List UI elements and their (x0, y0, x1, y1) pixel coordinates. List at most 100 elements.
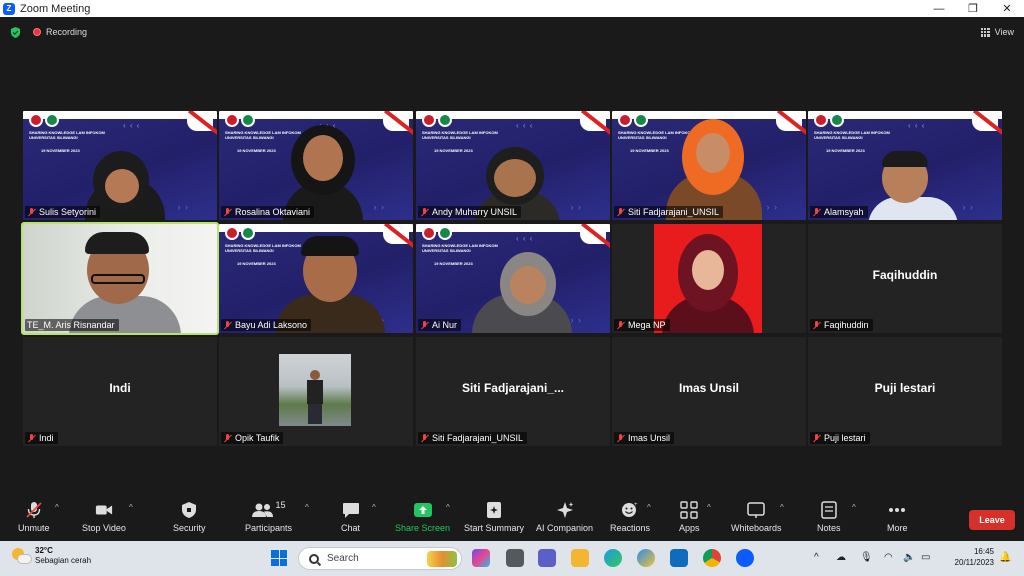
notes-label: Notes (817, 523, 841, 533)
start-summary-label: Start Summary (464, 523, 525, 533)
copilot-icon[interactable] (472, 549, 490, 567)
apps-options-caret-icon[interactable]: ^ (707, 503, 711, 512)
windows-start-icon[interactable] (271, 550, 287, 566)
video-tile[interactable]: SHARING KNOWLEDGE LAM INFOKOM UNIVERSITAS… (416, 224, 610, 333)
participant-display-name: Imas Unsil (678, 381, 740, 395)
security-shield-icon (180, 501, 198, 519)
mic-muted-icon (223, 320, 232, 330)
video-tile-no-video[interactable]: Puji lestari Puji lestari (808, 337, 1002, 446)
slide-date: 19 NOVEMBER 2023 (41, 148, 80, 153)
maximize-button[interactable]: ❐ (956, 0, 990, 17)
leave-button[interactable]: Leave (969, 510, 1015, 530)
stop-video-button[interactable]: Stop Video (82, 501, 126, 533)
slide-title: SHARING KNOWLEDGE LAM INFOKOM UNIVERSITAS… (422, 130, 498, 140)
reactions-label: Reactions (610, 523, 651, 533)
participant-name-label: Siti Fadjarajani_UNSIL (614, 206, 724, 218)
university-logo-icon (422, 226, 436, 240)
video-tile-no-video[interactable]: Siti Fadjarajani_... Siti Fadjarajani_UN… (416, 337, 610, 446)
battery-icon[interactable]: ▭ (921, 552, 930, 563)
system-clock[interactable]: 16:45 20/11/2023 (944, 546, 994, 568)
volume-icon[interactable]: 🔈 (903, 552, 915, 563)
participants-button[interactable]: 15 Participants (245, 500, 292, 533)
start-summary-button[interactable]: Start Summary (464, 501, 524, 533)
mic-muted-icon (420, 207, 429, 217)
video-tile[interactable]: SHARING KNOWLEDGE LAM INFOKOM UNIVERSITAS… (808, 111, 1002, 220)
security-button[interactable]: Security (173, 501, 206, 533)
video-options-caret-icon[interactable]: ^ (129, 503, 133, 512)
more-dots-icon (888, 501, 906, 519)
video-tile-no-video[interactable]: Imas Unsil Imas Unsil (612, 337, 806, 446)
show-hidden-icons-caret[interactable]: ^ (814, 552, 819, 563)
video-tile-no-video[interactable]: Indi Indi (23, 337, 217, 446)
ai-companion-button[interactable]: AI Companion (536, 501, 593, 533)
minimize-button[interactable]: — (922, 0, 956, 17)
mic-muted-icon (27, 433, 36, 443)
notification-bell-icon[interactable]: 🔔 (999, 552, 1011, 563)
participant-name-label: Andy Muharry UNSIL (418, 206, 522, 218)
chevrons-decoration: › › (766, 202, 778, 212)
university-logo-icon (634, 113, 648, 127)
chevrons-decoration: ‹ ‹ ‹ (516, 121, 534, 130)
video-tile-no-video[interactable]: Faqihuddin Faqihuddin (808, 224, 1002, 333)
edge-browser-icon[interactable] (604, 549, 622, 567)
taskbar-search-box[interactable]: Search (298, 547, 462, 570)
mic-muted-icon (616, 433, 625, 443)
video-tile[interactable]: SHARING KNOWLEDGE LAM INFOKOM UNIVERSITAS… (219, 224, 413, 333)
weather-widget[interactable]: 32°C Sebagian cerah (12, 546, 91, 566)
video-tile-active-speaker[interactable]: TE_M. Aris Risnandar (21, 222, 219, 335)
video-camera-icon (95, 501, 113, 519)
share-options-caret-icon[interactable]: ^ (446, 503, 450, 512)
reactions-button[interactable]: + Reactions (610, 501, 650, 533)
wifi-icon[interactable]: ◠ (884, 552, 893, 563)
chevrons-decoration: › › (177, 202, 189, 212)
chat-options-caret-icon[interactable]: ^ (372, 503, 376, 512)
app-icon[interactable] (637, 549, 655, 567)
close-button[interactable]: ✕ (990, 0, 1024, 17)
window-title: Zoom Meeting (20, 2, 91, 15)
more-label: More (887, 523, 908, 533)
slide-date: 19 NOVEMBER 2023 (434, 148, 473, 153)
share-screen-button[interactable]: Share Screen (395, 501, 450, 533)
participants-options-caret-icon[interactable]: ^ (305, 503, 309, 512)
university-logo-icon (618, 113, 632, 127)
recording-indicator[interactable]: Recording (33, 27, 87, 37)
more-button[interactable]: More (887, 501, 908, 533)
chrome-icon[interactable] (703, 549, 721, 567)
video-tile[interactable]: Opik Taufik (219, 337, 413, 446)
ai-companion-label: AI Companion (536, 523, 594, 533)
windows-taskbar: 32°C Sebagian cerah Search ^ ☁ 🎙 ◠ 🔈 ▭ 1… (0, 541, 1024, 576)
audio-options-caret-icon[interactable]: ^ (55, 503, 59, 512)
teams-icon[interactable] (538, 549, 556, 567)
whiteboards-options-caret-icon[interactable]: ^ (780, 503, 784, 512)
recording-dot-icon (33, 28, 41, 36)
participant-name-label: Sulis Setyorini (25, 206, 101, 218)
video-tile[interactable]: SHARING KNOWLEDGE LAM INFOKOM UNIVERSITAS… (612, 111, 806, 220)
chat-button[interactable]: Chat (341, 501, 360, 533)
apps-button[interactable]: Apps (679, 501, 700, 533)
search-placeholder: Search (327, 553, 359, 564)
cloud-sync-icon[interactable]: ☁ (836, 552, 846, 563)
unmute-button[interactable]: Unmute (18, 501, 50, 533)
video-tile[interactable]: SHARING KNOWLEDGE LAM INFOKOM UNIVERSITAS… (416, 111, 610, 220)
microsoft-store-icon[interactable] (670, 549, 688, 567)
whiteboards-button[interactable]: Whiteboards (731, 501, 782, 533)
mic-muted-icon (616, 207, 625, 217)
video-tile[interactable]: SHARING KNOWLEDGE LAM INFOKOM UNIVERSITAS… (23, 111, 217, 220)
video-tile[interactable]: SHARING KNOWLEDGE LAM INFOKOM UNIVERSITAS… (219, 111, 413, 220)
video-tile[interactable]: Mega NP (612, 224, 806, 333)
reactions-options-caret-icon[interactable]: ^ (647, 503, 651, 512)
notes-options-caret-icon[interactable]: ^ (852, 503, 856, 512)
view-button[interactable]: View (980, 27, 1014, 37)
zoom-taskbar-icon[interactable] (736, 549, 754, 567)
clock-date: 20/11/2023 (954, 558, 994, 567)
chat-bubble-icon (342, 501, 360, 519)
microphone-tray-icon[interactable]: 🎙 (860, 552, 873, 563)
encryption-shield-icon[interactable] (10, 26, 21, 38)
task-view-icon[interactable] (506, 549, 524, 567)
participant-name-label: Opik Taufik (221, 432, 284, 444)
file-explorer-icon[interactable] (571, 549, 589, 567)
participant-display-name: Faqihuddin (872, 268, 938, 282)
notes-button[interactable]: Notes (817, 501, 841, 533)
university-logo-icon (45, 113, 59, 127)
stop-video-label: Stop Video (82, 523, 126, 533)
